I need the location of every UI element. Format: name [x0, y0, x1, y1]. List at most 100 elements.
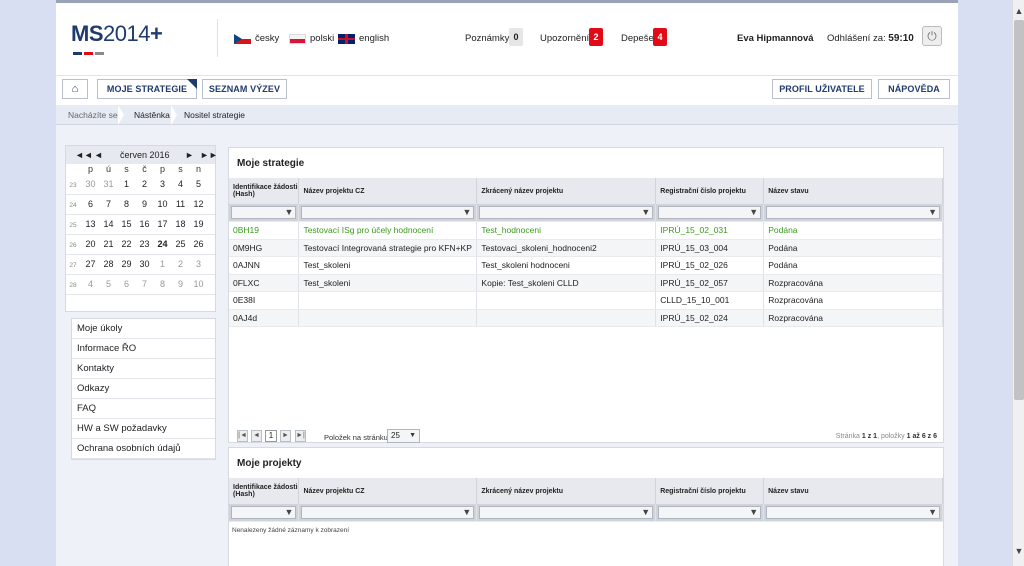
table-cell[interactable]: 0AJNN [229, 256, 300, 275]
side-menu-contacts[interactable]: Kontakty [72, 359, 215, 379]
vertical-scrollbar[interactable]: ▲ ▼ [1012, 0, 1024, 566]
nav-user-profile[interactable]: PROFIL UŽIVATELE [772, 79, 872, 99]
scroll-down-arrow-icon[interactable]: ▼ [1013, 544, 1024, 558]
calendar-day[interactable]: 3 [190, 259, 207, 269]
filter-input-status[interactable] [766, 206, 940, 219]
calendar-day[interactable]: 24 [154, 239, 171, 249]
table-cell[interactable]: Testovací ISg pro účely hodnocení [298, 221, 478, 240]
calendar-day[interactable]: 31 [100, 179, 117, 189]
table-cell[interactable]: 0M9HG [229, 239, 300, 257]
table-cell[interactable]: IPRÚ_15_02_026 [655, 256, 765, 275]
prev-year-icon[interactable]: ◄◄ [75, 150, 93, 160]
table-cell[interactable]: IPRÚ_15_02_024 [655, 309, 765, 327]
col-header-name[interactable]: Název projektu CZ [298, 478, 478, 504]
col-header-hash[interactable]: Identifikace žádosti (Hash) [229, 178, 300, 204]
table-row[interactable]: 0M9HG Testovací Integrovaná strategie pro… [229, 239, 943, 257]
table-cell[interactable]: 0BH19 [229, 221, 300, 240]
table-cell[interactable]: Rozpracována [763, 274, 943, 292]
filter-input-hash[interactable] [231, 506, 297, 519]
table-cell[interactable]: Test_hodnoceni [476, 221, 657, 240]
calendar-day[interactable]: 8 [118, 199, 135, 209]
col-header-short-name[interactable]: Zkrácený název projektu [476, 478, 657, 504]
per-page-select[interactable]: 25 [387, 429, 420, 443]
breadcrumb-item-dashboard[interactable]: Nástěnka [134, 110, 170, 120]
lang-polish[interactable]: polski [289, 33, 334, 44]
calendar-day[interactable]: 23 [136, 239, 153, 249]
table-cell[interactable]: 0E38I [229, 291, 300, 310]
power-icon[interactable]: ⏻ [922, 26, 942, 46]
messages-count-badge[interactable]: 4 [653, 28, 667, 46]
next-page-icon[interactable]: ► [280, 430, 291, 442]
filter-input-hash[interactable] [231, 206, 297, 219]
calendar-day[interactable]: 4 [82, 279, 99, 289]
nav-help[interactable]: NÁPOVĚDA [878, 79, 950, 99]
calendar-day[interactable]: 4 [172, 179, 189, 189]
table-cell[interactable] [476, 291, 657, 310]
first-page-icon[interactable]: |◄ [237, 430, 248, 442]
filter-input-status[interactable] [766, 506, 940, 519]
calendar-day[interactable]: 29 [118, 259, 135, 269]
side-menu-links[interactable]: Odkazy [72, 379, 215, 399]
table-cell[interactable]: 0AJ4d [229, 309, 300, 327]
side-menu-info-ro[interactable]: Informace ŘO [72, 339, 215, 359]
table-cell[interactable]: Podána [763, 239, 943, 257]
lang-english[interactable]: english [338, 33, 389, 44]
calendar-day[interactable]: 5 [190, 179, 207, 189]
calendar-day[interactable]: 1 [154, 259, 171, 269]
side-menu-hw-sw[interactable]: HW a SW požadavky [72, 419, 215, 439]
notes-link[interactable]: Poznámky [465, 33, 509, 44]
table-cell[interactable]: IPRÚ_15_03_004 [655, 239, 765, 257]
filter-input-reg-number[interactable] [658, 506, 762, 519]
calendar-day[interactable]: 9 [136, 199, 153, 209]
nav-calls-list[interactable]: SEZNAM VÝZEV [202, 79, 287, 99]
calendar-day[interactable]: 21 [100, 239, 117, 249]
calendar-day[interactable]: 20 [82, 239, 99, 249]
calendar-day[interactable]: 17 [154, 219, 171, 229]
current-page-number[interactable]: 1 [265, 430, 277, 442]
table-cell[interactable]: Podána [763, 221, 943, 240]
table-cell[interactable]: 0FLXC [229, 274, 300, 292]
calendar-day[interactable]: 19 [190, 219, 207, 229]
ms2014-logo[interactable]: MS2014+ [71, 21, 163, 47]
filter-input-name[interactable] [301, 206, 475, 219]
table-cell[interactable]: Test_skoleni [298, 256, 478, 275]
calendar-day[interactable]: 10 [154, 199, 171, 209]
side-menu-privacy[interactable]: Ochrana osobních údajů [72, 439, 215, 459]
notes-count-badge[interactable]: 0 [509, 28, 523, 46]
table-cell[interactable]: IPRÚ_15_02_031 [655, 221, 765, 240]
calendar-day[interactable]: 30 [82, 179, 99, 189]
calendar-day[interactable]: 3 [154, 179, 171, 189]
calendar-day[interactable]: 7 [136, 279, 153, 289]
side-menu-faq[interactable]: FAQ [72, 399, 215, 419]
table-row[interactable]: 0AJNN Test_skoleni Test_skoleni hodnoceni I… [229, 256, 943, 275]
calendar-day[interactable]: 18 [172, 219, 189, 229]
calendar-day[interactable]: 25 [172, 239, 189, 249]
calendar-day[interactable]: 14 [100, 219, 117, 229]
calendar-day[interactable]: 22 [118, 239, 135, 249]
table-cell[interactable]: Kopie: Test_skoleni CLLD [476, 274, 657, 292]
calendar-day[interactable]: 8 [154, 279, 171, 289]
col-header-status[interactable]: Název stavu [763, 478, 943, 504]
calendar-day[interactable]: 16 [136, 219, 153, 229]
calendar-day[interactable]: 2 [172, 259, 189, 269]
col-header-reg-number[interactable]: Registrační číslo projektu [655, 478, 765, 504]
scroll-thumb[interactable] [1014, 20, 1024, 400]
filter-input-name[interactable] [301, 506, 475, 519]
calendar-day[interactable]: 6 [82, 199, 99, 209]
scroll-up-arrow-icon[interactable]: ▲ [1013, 4, 1024, 18]
table-row[interactable]: 0E38I CLLD_15_10_001 Rozpracována [229, 291, 943, 310]
side-menu-my-tasks[interactable]: Moje úkoly [72, 319, 215, 339]
col-header-hash[interactable]: Identifikace žádosti (Hash) [229, 478, 300, 504]
col-header-name[interactable]: Název projektu CZ [298, 178, 478, 204]
calendar-day[interactable]: 28 [100, 259, 117, 269]
table-cell[interactable] [476, 309, 657, 327]
calendar-day[interactable]: 30 [136, 259, 153, 269]
messages-link[interactable]: Depeše [621, 33, 654, 44]
calendar-day[interactable]: 1 [118, 179, 135, 189]
col-header-reg-number[interactable]: Registrační číslo projektu [655, 178, 765, 204]
calendar-day[interactable]: 15 [118, 219, 135, 229]
calendar-day[interactable]: 26 [190, 239, 207, 249]
next-year-icon[interactable]: ►► [200, 150, 218, 160]
calendar-day[interactable]: 13 [82, 219, 99, 229]
table-cell[interactable] [298, 309, 478, 327]
